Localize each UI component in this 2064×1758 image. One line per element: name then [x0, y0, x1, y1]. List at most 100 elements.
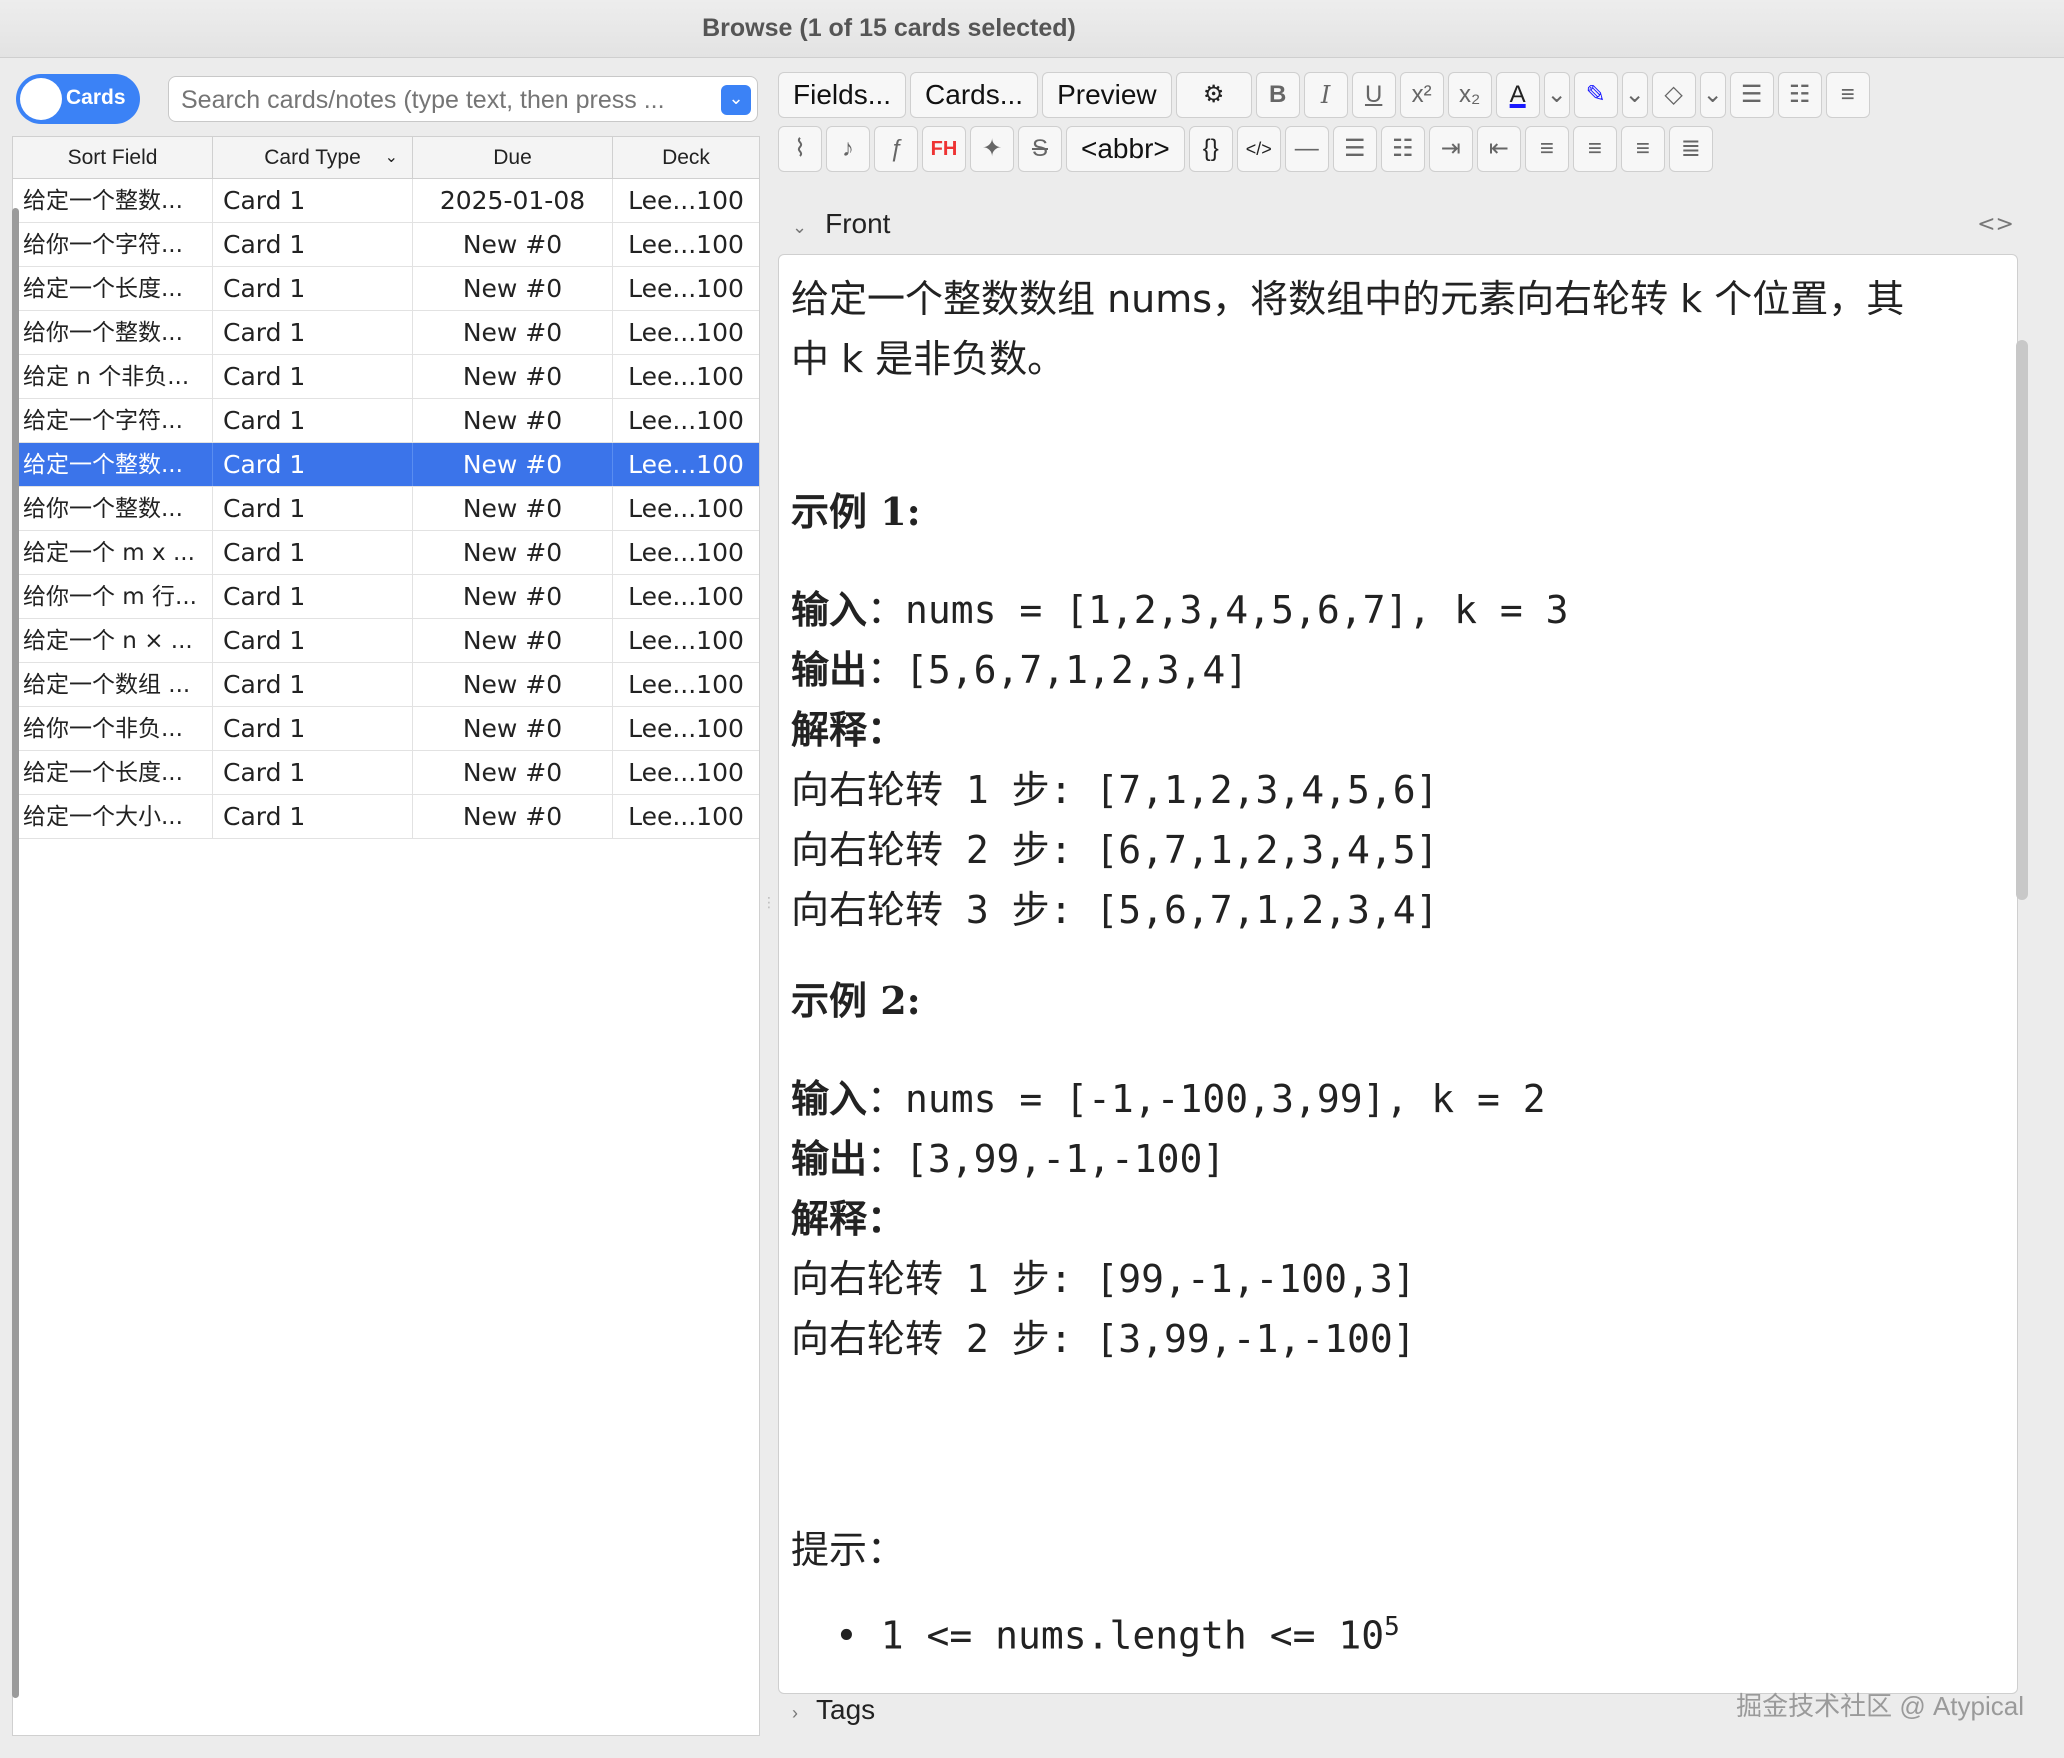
- column-header-due[interactable]: Due: [413, 137, 613, 178]
- table-row[interactable]: 给你一个整数... Card 1 New #0 Lee...100: [13, 487, 759, 531]
- left-scrollbar[interactable]: [12, 208, 19, 1698]
- input-value: ：nums = [1,2,3,4,5,6,7], k = 3: [867, 588, 1569, 632]
- table-row[interactable]: 给你一个非负... Card 1 New #0 Lee...100: [13, 707, 759, 751]
- table-row[interactable]: 给定一个长度... Card 1 New #0 Lee...100: [13, 267, 759, 311]
- cell-due: New #0: [413, 399, 613, 442]
- html-editor-toggle-icon[interactable]: <>: [1977, 212, 2014, 237]
- numbered-list-icon[interactable]: ☷: [1380, 126, 1425, 172]
- outdent-icon[interactable]: ⇤: [1476, 126, 1521, 172]
- table-row[interactable]: 给定一个 n × ... Card 1 New #0 Lee...100: [13, 619, 759, 663]
- field-header[interactable]: ⌄ Front: [792, 208, 890, 240]
- cell-due: New #0: [413, 751, 613, 794]
- pane-splitter[interactable]: ⋮: [762, 895, 776, 911]
- pickaxe-icon[interactable]: ✦: [970, 126, 1014, 172]
- cell-deck: Lee...100: [628, 230, 744, 259]
- cell-sort-field: 给你一个整数...: [13, 487, 213, 530]
- italic-button[interactable]: I: [1303, 72, 1348, 118]
- bullet-list-icon[interactable]: ☰: [1729, 72, 1774, 118]
- table-row[interactable]: 给定一个长度... Card 1 New #0 Lee...100: [13, 751, 759, 795]
- cards-notes-toggle[interactable]: Cards: [16, 74, 140, 124]
- table-row[interactable]: 给你一个 m 行... Card 1 New #0 Lee...100: [13, 575, 759, 619]
- intro-line: 给定一个整数数组 nums，将数组中的元素向右轮转 k 个位置，其: [791, 277, 1905, 321]
- step-line: 向右轮转 3 步: [5,6,7,1,2,3,4]: [791, 888, 1439, 932]
- abbr-button[interactable]: <abbr>: [1066, 126, 1185, 172]
- column-header-deck[interactable]: Deck: [613, 137, 759, 178]
- cell-due: New #0: [413, 663, 613, 706]
- cell-deck: Lee...100: [628, 582, 744, 611]
- table-row[interactable]: 给定一个整数... Card 1 New #0 Lee...100: [13, 443, 759, 487]
- align-icon[interactable]: ≡: [1825, 72, 1870, 118]
- editor-scrollbar[interactable]: [2016, 340, 2028, 900]
- search-input[interactable]: [179, 83, 709, 117]
- cell-card-type: Card 1: [213, 223, 413, 266]
- strikethrough-icon[interactable]: S: [1018, 126, 1062, 172]
- cell-sort-field: 给你一个 m 行...: [13, 575, 213, 618]
- cards-table: Sort Field Card Type ⌄ Due Deck 给定一个整数...…: [12, 136, 760, 1736]
- chevron-down-icon[interactable]: ⌄: [1621, 72, 1648, 118]
- highlight-color-icon[interactable]: ✎: [1573, 72, 1618, 118]
- chevron-down-icon[interactable]: ⌄: [1543, 72, 1570, 118]
- table-row[interactable]: 给你一个字符... Card 1 New #0 Lee...100: [13, 223, 759, 267]
- tags-section[interactable]: › Tags: [792, 1694, 875, 1726]
- table-header: Sort Field Card Type ⌄ Due Deck: [13, 137, 759, 179]
- column-header-sort-field[interactable]: Sort Field: [13, 137, 213, 178]
- cards-button[interactable]: Cards...: [910, 72, 1039, 118]
- bullet-list-icon[interactable]: ☰: [1332, 126, 1377, 172]
- hint-item: • 1 <= nums.length <= 105: [835, 1612, 1400, 1658]
- cell-due: New #0: [413, 311, 613, 354]
- preview-button[interactable]: Preview: [1042, 72, 1172, 118]
- cell-card-type: Card 1: [213, 575, 413, 618]
- code-button[interactable]: </>: [1236, 126, 1281, 172]
- tags-label: Tags: [816, 1694, 876, 1725]
- align-right-icon[interactable]: ≡: [1620, 126, 1665, 172]
- cell-due: New #0: [413, 619, 613, 662]
- bold-button[interactable]: B: [1255, 72, 1300, 118]
- fields-button[interactable]: Fields...: [778, 72, 907, 118]
- cell-deck: Lee...100: [628, 714, 744, 743]
- field-name: Front: [825, 208, 891, 239]
- indent-icon[interactable]: ⇥: [1428, 126, 1473, 172]
- column-header-card-type[interactable]: Card Type ⌄: [213, 137, 413, 178]
- subscript-button[interactable]: x₂: [1447, 72, 1492, 118]
- text-color-icon[interactable]: A: [1495, 72, 1540, 118]
- example-title: 示例 2:: [791, 978, 921, 1023]
- output-label: 输出: [791, 648, 868, 692]
- superscript-button[interactable]: x²: [1399, 72, 1444, 118]
- step-line: 向右轮转 2 步: [3,99,-1,-100]: [791, 1317, 1416, 1361]
- table-row[interactable]: 给定一个整数... Card 1 2025-01-08 Lee...100: [13, 179, 759, 223]
- step-line: 向右轮转 1 步: [99,-1,-100,3]: [791, 1257, 1416, 1301]
- table-row[interactable]: 给定一个 m x ... Card 1 New #0 Lee...100: [13, 531, 759, 575]
- align-justify-icon[interactable]: ≣: [1668, 126, 1713, 172]
- gear-icon[interactable]: ⚙: [1175, 72, 1252, 118]
- align-center-icon[interactable]: ≡: [1524, 126, 1569, 172]
- table-row[interactable]: 给定一个大小... Card 1 New #0 Lee...100: [13, 795, 759, 839]
- window-title: Browse (1 of 15 cards selected): [702, 14, 1076, 42]
- table-row[interactable]: 给定一个字符... Card 1 New #0 Lee...100: [13, 399, 759, 443]
- watermark: 掘金技术社区 @ Atypical: [1736, 1691, 2024, 1721]
- align-left-icon[interactable]: ≡: [1572, 126, 1617, 172]
- eraser-icon[interactable]: ◇: [1651, 72, 1696, 118]
- function-icon[interactable]: ƒ: [874, 126, 918, 172]
- attachment-icon[interactable]: ⌇: [778, 126, 822, 172]
- search-box: ⌄: [168, 76, 758, 122]
- cell-card-type: Card 1: [213, 707, 413, 750]
- cell-card-type: Card 1: [213, 179, 413, 222]
- front-field-editor[interactable]: 给定一个整数数组 nums，将数组中的元素向右轮转 k 个位置，其 中 k 是非…: [778, 254, 2018, 1694]
- cell-due: New #0: [413, 707, 613, 750]
- input-label: 输入: [791, 1077, 868, 1121]
- cell-card-type: Card 1: [213, 751, 413, 794]
- table-row[interactable]: 给你一个整数... Card 1 New #0 Lee...100: [13, 311, 759, 355]
- table-row[interactable]: 给定一个数组 ... Card 1 New #0 Lee...100: [13, 663, 759, 707]
- front-field-area: ⌄ Front <> 给定一个整数数组 nums，将数组中的元素向右轮转 k 个位…: [774, 200, 2034, 1720]
- editor-toolbar-top: Fields... Cards... Preview ⚙ B I U x² x₂…: [778, 72, 1870, 118]
- numbered-list-icon[interactable]: ☷: [1777, 72, 1822, 118]
- cell-sort-field: 给定一个大小...: [13, 795, 213, 838]
- fh-button[interactable]: FH: [922, 126, 966, 172]
- microphone-icon[interactable]: ♪: [826, 126, 870, 172]
- horizontal-rule-icon[interactable]: —: [1284, 126, 1329, 172]
- underline-button[interactable]: U: [1351, 72, 1396, 118]
- braces-button[interactable]: {}: [1188, 126, 1233, 172]
- chevron-down-icon[interactable]: ⌄: [1699, 72, 1726, 118]
- table-row[interactable]: 给定 n 个非负... Card 1 New #0 Lee...100: [13, 355, 759, 399]
- search-history-dropdown-icon[interactable]: ⌄: [721, 85, 751, 115]
